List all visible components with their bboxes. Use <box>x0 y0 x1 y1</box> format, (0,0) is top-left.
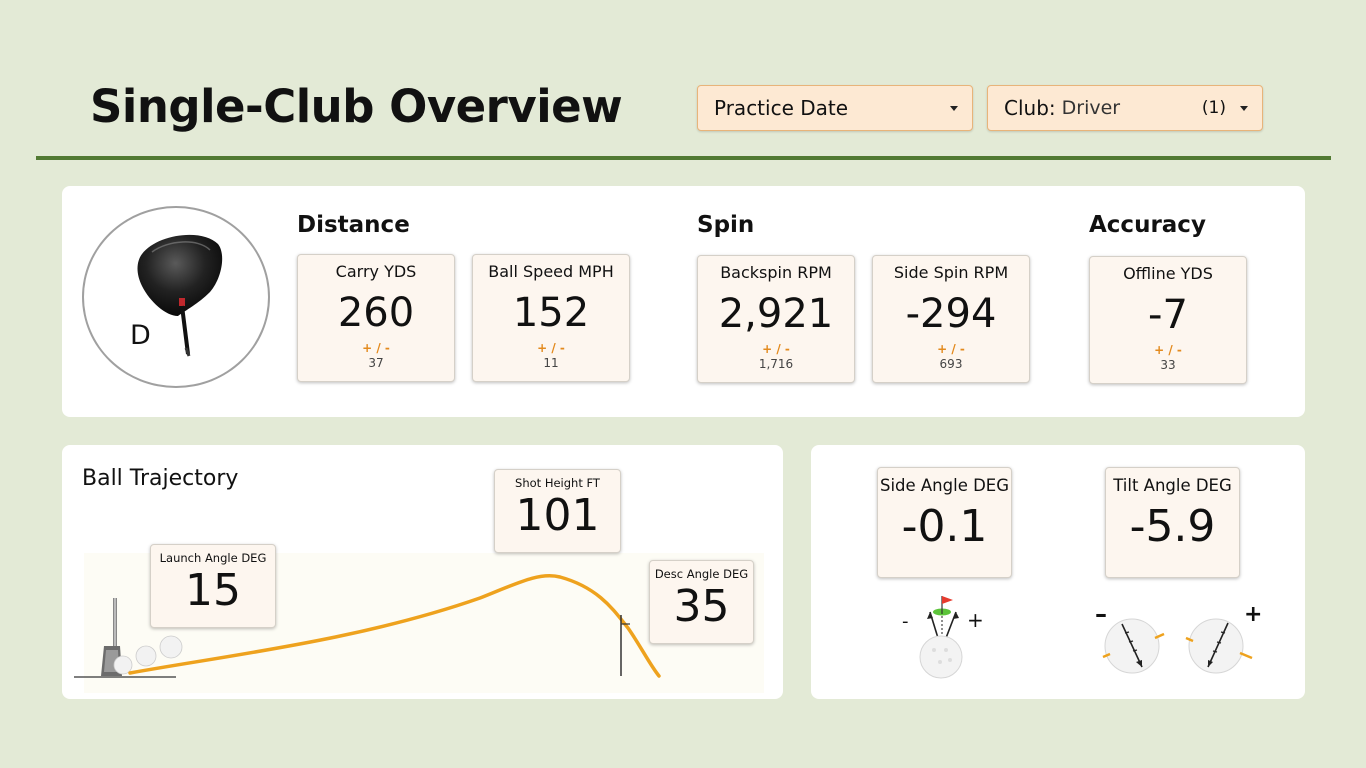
side-angle-label: Side Angle DEG <box>879 476 1010 495</box>
chevron-down-icon <box>950 105 958 111</box>
carry-value: 260 <box>337 290 415 336</box>
launch-angle-label: Launch Angle DEG <box>159 551 267 565</box>
practice-date-dropdown[interactable]: Practice Date <box>697 85 973 131</box>
offline-deviation: 33 <box>1160 358 1176 372</box>
section-spin: Spin <box>697 212 755 238</box>
ball-speed-plusminus: + / - <box>537 341 565 355</box>
chevron-down-icon <box>1240 105 1248 111</box>
side-angle-minus: - <box>902 611 909 632</box>
ball-speed-label: Ball Speed MPH <box>488 262 614 281</box>
shot-height-label: Shot Height FT <box>515 476 600 490</box>
side-angle-plus: + <box>967 608 984 632</box>
side-spin-card: Side Spin RPM -294 + / - 693 <box>872 255 1030 383</box>
club-dropdown[interactable]: Club: Driver (1) <box>987 85 1263 131</box>
tilt-angle-card: Tilt Angle DEG -5.9 <box>1105 467 1240 578</box>
descent-angle-value: 35 <box>673 581 730 632</box>
page-title: Single-Club Overview <box>90 80 623 133</box>
backspin-deviation: 1,716 <box>758 357 794 371</box>
club-dropdown-count: (1) <box>1201 98 1226 118</box>
backspin-card: Backspin RPM 2,921 + / - 1,716 <box>697 255 855 383</box>
side-spin-value: -294 <box>905 291 997 337</box>
offline-label: Offline YDS <box>1123 264 1213 283</box>
backspin-plusminus: + / - <box>762 342 790 356</box>
ball-speed-deviation: 11 <box>543 356 559 370</box>
descent-angle-card: Desc Angle DEG 35 <box>649 560 754 644</box>
launch-angle-card: Launch Angle DEG 15 <box>150 544 276 628</box>
backspin-label: Backspin RPM <box>720 263 832 282</box>
tilt-angle-plus: + <box>1244 602 1263 627</box>
side-spin-deviation: 693 <box>939 357 963 371</box>
tilt-angle-minus: – <box>1095 600 1107 628</box>
tilt-angle-value: -5.9 <box>1129 501 1216 552</box>
tilt-angle-label: Tilt Angle DEG <box>1113 476 1232 495</box>
carry-label: Carry YDS <box>335 262 417 281</box>
ball-speed-card: Ball Speed MPH 152 + / - 11 <box>472 254 630 382</box>
driver-club-head-icon <box>137 234 223 357</box>
carry-plusminus: + / - <box>362 341 390 355</box>
side-spin-label: Side Spin RPM <box>893 263 1009 282</box>
offline-value: -7 <box>1148 292 1188 338</box>
descent-angle-label: Desc Angle DEG <box>654 567 749 581</box>
section-accuracy: Accuracy <box>1089 212 1206 238</box>
club-dropdown-value: Driver <box>1061 97 1121 119</box>
shot-height-card: Shot Height FT 101 <box>494 469 621 553</box>
launch-angle-value: 15 <box>185 565 241 616</box>
offline-card: Offline YDS -7 + / - 33 <box>1089 256 1247 384</box>
header-divider <box>36 156 1331 160</box>
side-spin-plusminus: + / - <box>937 342 965 356</box>
carry-deviation: 37 <box>368 356 384 370</box>
club-letter: D <box>130 320 151 351</box>
side-angle-value: -0.1 <box>901 501 988 552</box>
carry-card: Carry YDS 260 + / - 37 <box>297 254 455 382</box>
club-image-frame <box>82 206 270 388</box>
backspin-value: 2,921 <box>718 291 834 337</box>
trajectory-title: Ball Trajectory <box>82 466 239 491</box>
club-dropdown-label: Club: <box>1004 96 1056 120</box>
ball-speed-value: 152 <box>512 290 590 336</box>
side-angle-card: Side Angle DEG -0.1 <box>877 467 1012 578</box>
practice-date-label: Practice Date <box>714 96 849 120</box>
offline-plusminus: + / - <box>1154 343 1182 357</box>
shot-height-value: 101 <box>515 490 600 541</box>
section-distance: Distance <box>297 212 410 238</box>
